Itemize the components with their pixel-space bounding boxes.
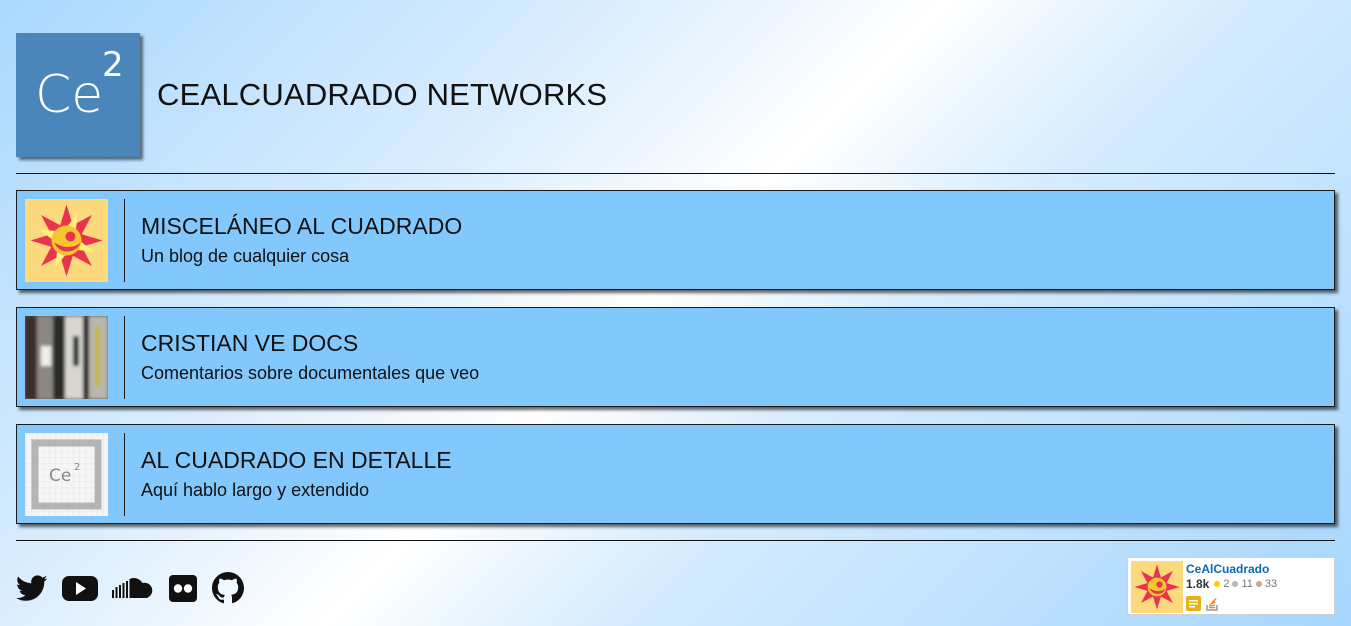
logo-text: Ce: [35, 65, 104, 125]
bronze-count: 33: [1264, 578, 1278, 590]
profile-stats: 1.8k 2 11 33: [1186, 577, 1277, 591]
card-title[interactable]: CRISTIAN VE DOCS: [141, 330, 358, 357]
profile-name[interactable]: CeAlCuadrado: [1186, 562, 1269, 576]
card-misc-al-cuadrado[interactable]: MISCELÁNEO AL CUADRADO Un blog de cualqu…: [16, 190, 1335, 290]
card-title[interactable]: MISCELÁNEO AL CUADRADO: [141, 213, 462, 240]
header-divider: [16, 173, 1335, 174]
silver-count: 11: [1241, 578, 1253, 590]
github-icon[interactable]: [212, 572, 244, 604]
card-subtitle: Un blog de cualquier cosa: [141, 246, 350, 266]
svg-text:Ce: Ce: [49, 466, 71, 486]
twitter-icon[interactable]: [16, 572, 48, 604]
sun-emblem-icon: [25, 199, 108, 282]
meta-stackexchange-icon[interactable]: [1186, 596, 1201, 611]
gold-count: 2: [1223, 578, 1230, 590]
card-subtitle: Comentarios sobre documentales que veo: [141, 363, 480, 383]
site-logo[interactable]: Ce 2: [16, 33, 140, 157]
social-links: [16, 572, 244, 604]
stackoverflow-icon[interactable]: [1205, 596, 1220, 611]
avatar: [1131, 561, 1183, 613]
card-title[interactable]: AL CUADRADO EN DETALLE: [141, 447, 452, 474]
soundcloud-icon[interactable]: [112, 572, 154, 604]
card-divider: [124, 316, 125, 399]
svg-text:2: 2: [74, 462, 80, 473]
bronze-badge-icon: [1255, 581, 1262, 587]
silver-badge-icon: [1232, 581, 1239, 587]
card-cristian-ve-docs[interactable]: CRISTIAN VE DOCS Comentarios sobre docum…: [16, 307, 1335, 407]
profile-sites: [1186, 596, 1220, 611]
reputation: 1.8k: [1186, 577, 1210, 591]
flickr-icon[interactable]: [168, 572, 198, 604]
card-subtitle: Aquí hablo largo y extendido: [141, 480, 370, 500]
youtube-icon[interactable]: [62, 572, 98, 604]
blurred-docs-photo-thumbnail: [25, 316, 108, 399]
site-title: CEALCUADRADO NETWORKS: [157, 77, 608, 112]
sketched-ce2-logo-thumbnail: Ce 2: [25, 433, 108, 516]
card-divider: [124, 433, 125, 516]
site-header: Ce 2 CEALCUADRADO NETWORKS: [16, 32, 607, 158]
gold-badge-icon: [1214, 581, 1221, 587]
stackexchange-profile-badge[interactable]: CeAlCuadrado 1.8k 2 11 33: [1127, 557, 1335, 615]
logo-superscript: 2: [102, 45, 124, 85]
card-al-cuadrado-en-detalle[interactable]: Ce 2 AL CUADRADO EN DETALLE Aquí hablo l…: [16, 424, 1335, 524]
footer-divider: [16, 540, 1335, 541]
card-divider: [124, 199, 125, 282]
